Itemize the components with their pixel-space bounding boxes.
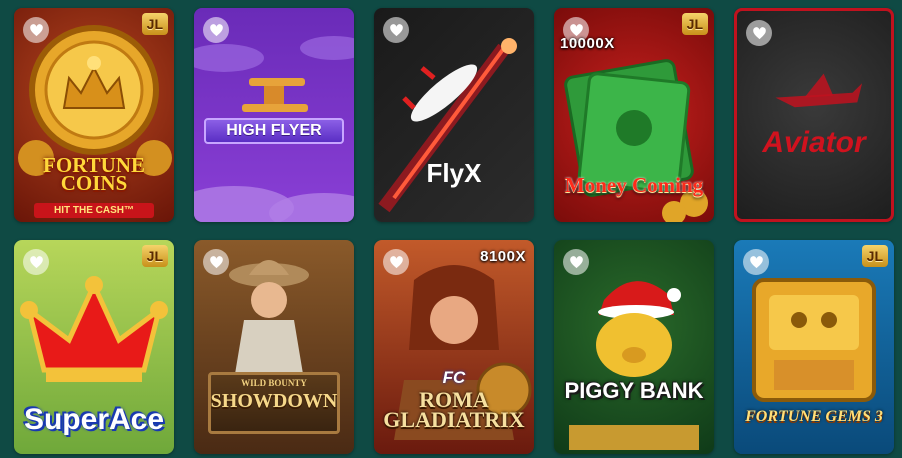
game-card-piggy-bank[interactable]: PIGGY BANK bbox=[554, 240, 714, 454]
favorite-heart-icon[interactable] bbox=[203, 17, 229, 43]
game-card-aviator[interactable]: Aviator bbox=[734, 8, 894, 222]
game-title: FORTUNE COINS bbox=[14, 155, 174, 195]
game-card-flyx[interactable]: FlyX bbox=[374, 8, 534, 222]
game-title: HIGH FLYER bbox=[204, 118, 344, 144]
game-title: SHOWDOWN bbox=[210, 390, 338, 412]
game-card-super-ace[interactable]: JL SuperAce bbox=[14, 240, 174, 454]
game-card-money-coming[interactable]: JL 10000X Money Coming bbox=[554, 8, 714, 222]
game-grid: JL FORTUNE COINS HIT THE CASH™ HIGH FLYE… bbox=[0, 0, 902, 458]
provider-logo: FC bbox=[442, 368, 466, 387]
game-card-fortune-gems-3[interactable]: JL FORTUNE GEMS 3 bbox=[734, 240, 894, 454]
game-title: ROMA GLADIATRIX bbox=[374, 389, 534, 432]
game-title: Money Coming bbox=[564, 173, 704, 197]
favorite-heart-icon[interactable] bbox=[563, 249, 589, 275]
game-subtitle: WILD BOUNTY bbox=[241, 378, 307, 388]
game-card-fortune-coins[interactable]: JL FORTUNE COINS HIT THE CASH™ bbox=[14, 8, 174, 222]
max-multiplier: 10000X bbox=[560, 35, 615, 52]
game-title: FlyX bbox=[426, 158, 482, 188]
favorite-heart-icon[interactable] bbox=[383, 249, 409, 275]
game-title: SuperAce bbox=[23, 403, 165, 436]
max-multiplier: 8100X bbox=[480, 248, 526, 265]
game-card-high-flyer[interactable]: HIGH FLYER bbox=[194, 8, 354, 222]
game-subtitle: HIT THE CASH™ bbox=[34, 203, 154, 218]
provider-badge: JL bbox=[141, 245, 168, 267]
favorite-heart-icon[interactable] bbox=[383, 17, 409, 43]
title-line-2: COINS bbox=[60, 171, 128, 195]
game-title: PIGGY BANK bbox=[564, 378, 704, 403]
title-line-2: GLADIATRIX bbox=[383, 407, 525, 432]
provider-badge: JL bbox=[141, 13, 168, 35]
provider-badge: JL bbox=[681, 13, 708, 35]
favorite-heart-icon[interactable] bbox=[743, 249, 769, 275]
game-card-roma-gladiatrix[interactable]: 8100X FC ROMA GLADIATRIX bbox=[374, 240, 534, 454]
favorite-heart-icon[interactable] bbox=[203, 249, 229, 275]
favorite-heart-icon[interactable] bbox=[23, 249, 49, 275]
favorite-heart-icon[interactable] bbox=[746, 20, 772, 46]
game-title: FORTUNE GEMS 3 bbox=[745, 408, 883, 425]
provider-badge: JL bbox=[861, 245, 888, 267]
favorite-heart-icon[interactable] bbox=[23, 17, 49, 43]
game-title: Aviator bbox=[762, 126, 866, 159]
game-card-showdown[interactable]: WILD BOUNTY SHOWDOWN bbox=[194, 240, 354, 454]
